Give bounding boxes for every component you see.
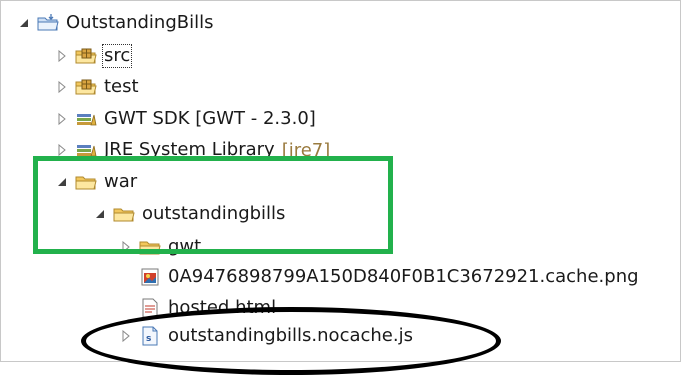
tree-node-outstandingbills[interactable]: outstandingbills: [93, 200, 286, 228]
tree-node-label: test: [104, 76, 139, 97]
collapsed-arrow-icon[interactable]: [55, 49, 69, 63]
collapsed-arrow-icon[interactable]: [55, 80, 69, 94]
collapsed-arrow-icon[interactable]: [119, 240, 133, 254]
tree-node-label: gwt: [168, 236, 202, 257]
tree-node-project[interactable]: OutstandingBills: [17, 9, 215, 37]
expanded-arrow-icon[interactable]: [55, 175, 69, 189]
js-file-icon: [139, 326, 161, 346]
folder-icon: [139, 237, 161, 257]
tree-node-cache-png[interactable]: 0A9476898799A150D840F0B1C3672921.cache.p…: [139, 263, 640, 291]
tree-node-hosted-html[interactable]: hosted.html: [139, 294, 277, 322]
tree-node-label: outstandingbills.nocache.js: [168, 325, 413, 346]
tree-node-src[interactable]: src: [55, 42, 133, 70]
tree-node-label: war: [104, 171, 138, 192]
folder-icon: [75, 172, 97, 192]
tree-node-label: outstandingbills: [142, 203, 286, 224]
folder-icon: [113, 204, 135, 224]
collapsed-arrow-icon[interactable]: [55, 112, 69, 126]
tree-node-jre[interactable]: JRE System Library [jre7]: [55, 136, 330, 164]
tree-node-label: GWT SDK [GWT - 2.3.0]: [104, 108, 316, 129]
tree-node-war[interactable]: war: [55, 168, 138, 196]
tree-node-label: JRE System Library: [104, 139, 275, 160]
image-file-icon: [139, 267, 161, 287]
package-folder-icon: [75, 77, 97, 97]
library-icon: [75, 109, 97, 129]
package-folder-icon: [75, 46, 97, 66]
html-file-icon: [139, 298, 161, 318]
tree-node-label: src: [101, 44, 133, 68]
collapsed-arrow-icon[interactable]: [55, 143, 69, 157]
project-explorer-tree: OutstandingBills src test GWT SDK [GWT -…: [0, 0, 681, 375]
tree-node-test[interactable]: test: [55, 73, 140, 101]
tree-node-gwt[interactable]: gwt: [119, 233, 202, 261]
tree-node-label: hosted.html: [168, 297, 277, 318]
tree-node-nocache-js[interactable]: outstandingbills.nocache.js: [119, 322, 414, 350]
tree-node-label: 0A9476898799A150D840F0B1C3672921.cache.p…: [168, 266, 639, 287]
collapsed-arrow-icon[interactable]: [119, 329, 133, 343]
library-icon: [75, 140, 97, 160]
project-folder-icon: [37, 13, 59, 33]
jre-version-decoration: [jre7]: [281, 139, 331, 161]
expanded-arrow-icon[interactable]: [93, 207, 107, 221]
tree-node-label: OutstandingBills: [66, 12, 214, 33]
expanded-arrow-icon[interactable]: [17, 16, 31, 30]
tree-node-gwt-sdk[interactable]: GWT SDK [GWT - 2.3.0]: [55, 105, 317, 133]
